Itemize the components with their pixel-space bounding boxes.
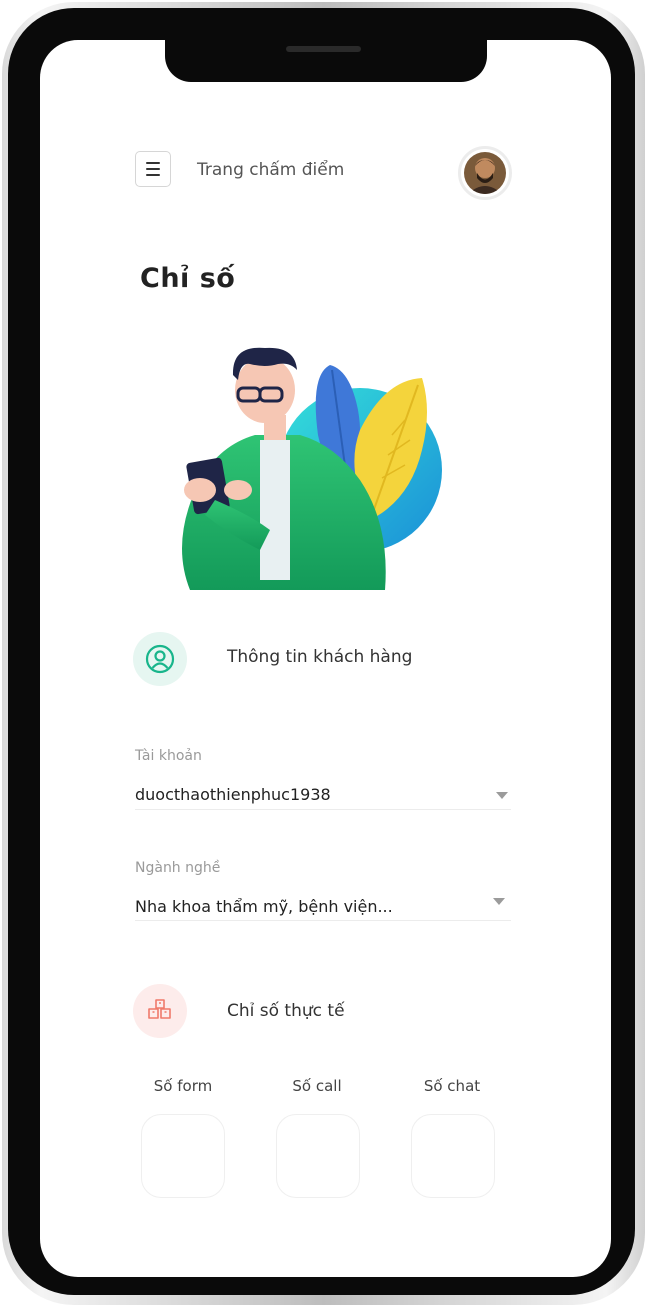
industry-select[interactable]: Nha khoa thẩm mỹ, bệnh viện... [135, 897, 393, 916]
avatar-photo [464, 152, 506, 194]
metric-form-label: Số form [153, 1077, 213, 1095]
hero-illustration [160, 340, 450, 599]
account-field-underline [135, 809, 511, 810]
metric-chat-box[interactable] [411, 1114, 495, 1198]
industry-field-label: Ngành nghề [135, 860, 221, 876]
account-field-label: Tài khoản [135, 748, 202, 764]
customer-section-icon-wrap [133, 632, 187, 686]
account-select[interactable]: duocthaothienphuc1938 [135, 785, 331, 804]
metric-form-box[interactable] [141, 1114, 225, 1198]
caret-down-icon[interactable] [496, 792, 508, 799]
hamburger-icon-line [146, 168, 160, 170]
metric-call-label: Số call [292, 1077, 342, 1095]
speaker-grille [286, 46, 361, 52]
caret-down-icon[interactable] [493, 898, 505, 905]
header-title: Trang chấm điểm [197, 160, 345, 180]
metrics-section-label: Chỉ số thực tế [227, 1001, 345, 1021]
hamburger-icon-line [146, 174, 160, 176]
customer-section-label: Thông tin khách hàng [227, 647, 413, 667]
menu-button[interactable] [135, 151, 171, 187]
metric-call-box[interactable] [276, 1114, 360, 1198]
page-title: Chỉ số [140, 263, 236, 294]
hamburger-icon [146, 162, 160, 164]
industry-field-underline [135, 920, 511, 921]
boxes-icon [148, 999, 171, 1019]
metric-chat-label: Số chat [423, 1077, 481, 1095]
metrics-section-icon-wrap [133, 984, 187, 1038]
avatar[interactable] [458, 146, 512, 200]
user-circle-icon [145, 644, 175, 674]
